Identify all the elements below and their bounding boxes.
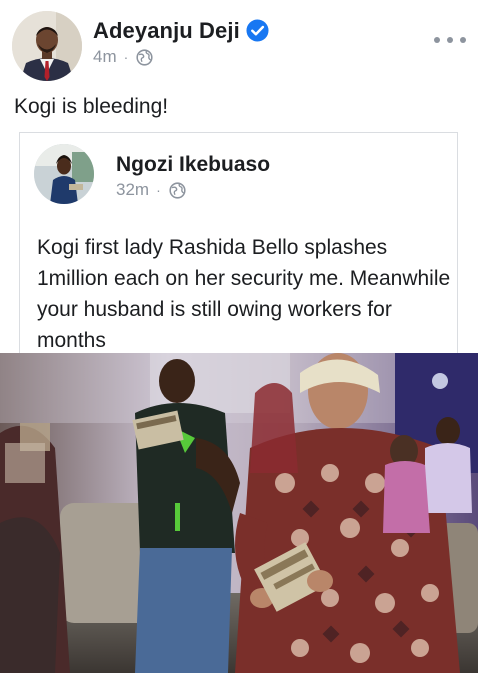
post-photo[interactable] (0, 353, 478, 673)
more-options-icon[interactable] (434, 32, 466, 48)
more-options-dot (434, 37, 440, 43)
author-avatar-image (12, 11, 82, 81)
author-avatar[interactable] (12, 11, 82, 81)
globe-icon (169, 181, 186, 199)
meta-separator: · (123, 49, 129, 65)
post-text: Kogi is bleeding! (14, 95, 169, 118)
meta-separator: · (156, 182, 161, 198)
shared-post-timestamp[interactable]: 32m (116, 180, 149, 200)
shared-post-meta: 32m · (116, 180, 186, 200)
post-meta: 4m · (93, 47, 153, 67)
post-photo-image (0, 353, 478, 673)
shared-author-name[interactable]: Ngozi Ikebuaso (116, 153, 270, 177)
shared-post-card[interactable]: Ngozi Ikebuaso 32m · Kogi first lady Ras… (19, 132, 458, 373)
verified-badge-icon (246, 19, 269, 42)
author-name[interactable]: Adeyanju Deji (93, 18, 240, 44)
more-options-dot (460, 37, 466, 43)
globe-icon (136, 48, 153, 66)
shared-author-avatar-image (34, 144, 94, 204)
post-timestamp[interactable]: 4m (93, 47, 117, 67)
shared-author-avatar[interactable] (34, 144, 94, 204)
more-options-dot (447, 37, 453, 43)
shared-post-text: Kogi first lady Rashida Bello splashes 1… (37, 236, 451, 352)
